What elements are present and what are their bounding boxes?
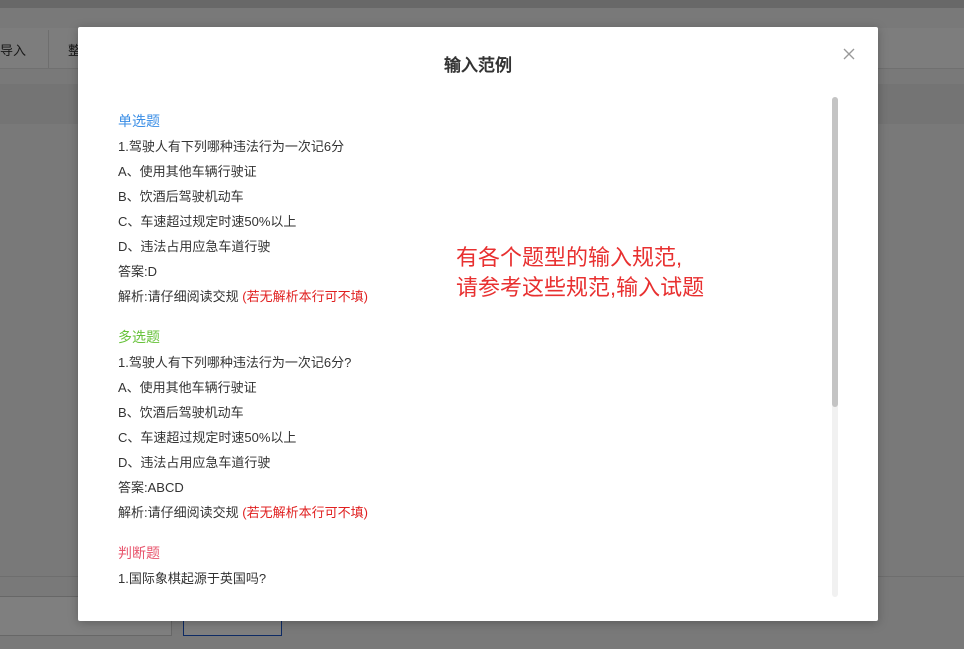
option-d: D、违法占用应急车道行驶 — [118, 455, 271, 470]
example-dialog: 输入范例 单选题 1.驾驶人有下列哪种违法行为一次记6分 A、使用其他车辆行驶证… — [78, 27, 878, 621]
question-text: 1.国际象棋起源于英国吗? — [118, 571, 267, 586]
scrollbar[interactable] — [832, 97, 838, 597]
section-title: 多选题 — [118, 329, 160, 345]
option-b: B、饮酒后驾驶机动车 — [118, 405, 244, 420]
dialog-body: 单选题 1.驾驶人有下列哪种违法行为一次记6分 A、使用其他车辆行驶证 B、饮酒… — [118, 109, 818, 599]
analysis-text: 解析:请仔细阅读交规 — [118, 505, 239, 520]
option-b: B、饮酒后驾驶机动车 — [118, 189, 244, 204]
section-title: 判断题 — [118, 545, 160, 561]
analysis-text: 解析:请仔细阅读交规 — [118, 289, 239, 304]
question-text: 1.驾驶人有下列哪种违法行为一次记6分? — [118, 355, 352, 370]
answer-text: 答案:ABCD — [118, 480, 184, 495]
analysis-line: 解析:请仔细阅读交规 (若无解析本行可不填) — [118, 500, 818, 525]
multiple-choice-section: 多选题 1.驾驶人有下列哪种违法行为一次记6分? A、使用其他车辆行驶证 B、饮… — [118, 325, 818, 525]
analysis-note: (若无解析本行可不填) — [242, 289, 368, 304]
true-false-section: 判断题 1.国际象棋起源于英国吗? — [118, 541, 818, 591]
dialog-title: 输入范例 — [444, 56, 512, 75]
scrollbar-thumb[interactable] — [832, 97, 838, 407]
option-a: A、使用其他车辆行驶证 — [118, 380, 257, 395]
annotation-line: 请参考这些规范,输入试题 — [456, 275, 705, 300]
close-icon[interactable] — [840, 45, 858, 63]
option-c: C、车速超过规定时速50%以上 — [118, 214, 297, 229]
option-c: C、车速超过规定时速50%以上 — [118, 430, 297, 445]
question-text: 1.驾驶人有下列哪种违法行为一次记6分 — [118, 139, 345, 154]
annotation-line: 有各个题型的输入规范, — [456, 245, 683, 270]
annotation-text: 有各个题型的输入规范, 请参考这些规范,输入试题 — [456, 243, 796, 303]
section-title: 单选题 — [118, 113, 160, 129]
analysis-note: (若无解析本行可不填) — [242, 505, 368, 520]
option-a: A、使用其他车辆行驶证 — [118, 164, 257, 179]
